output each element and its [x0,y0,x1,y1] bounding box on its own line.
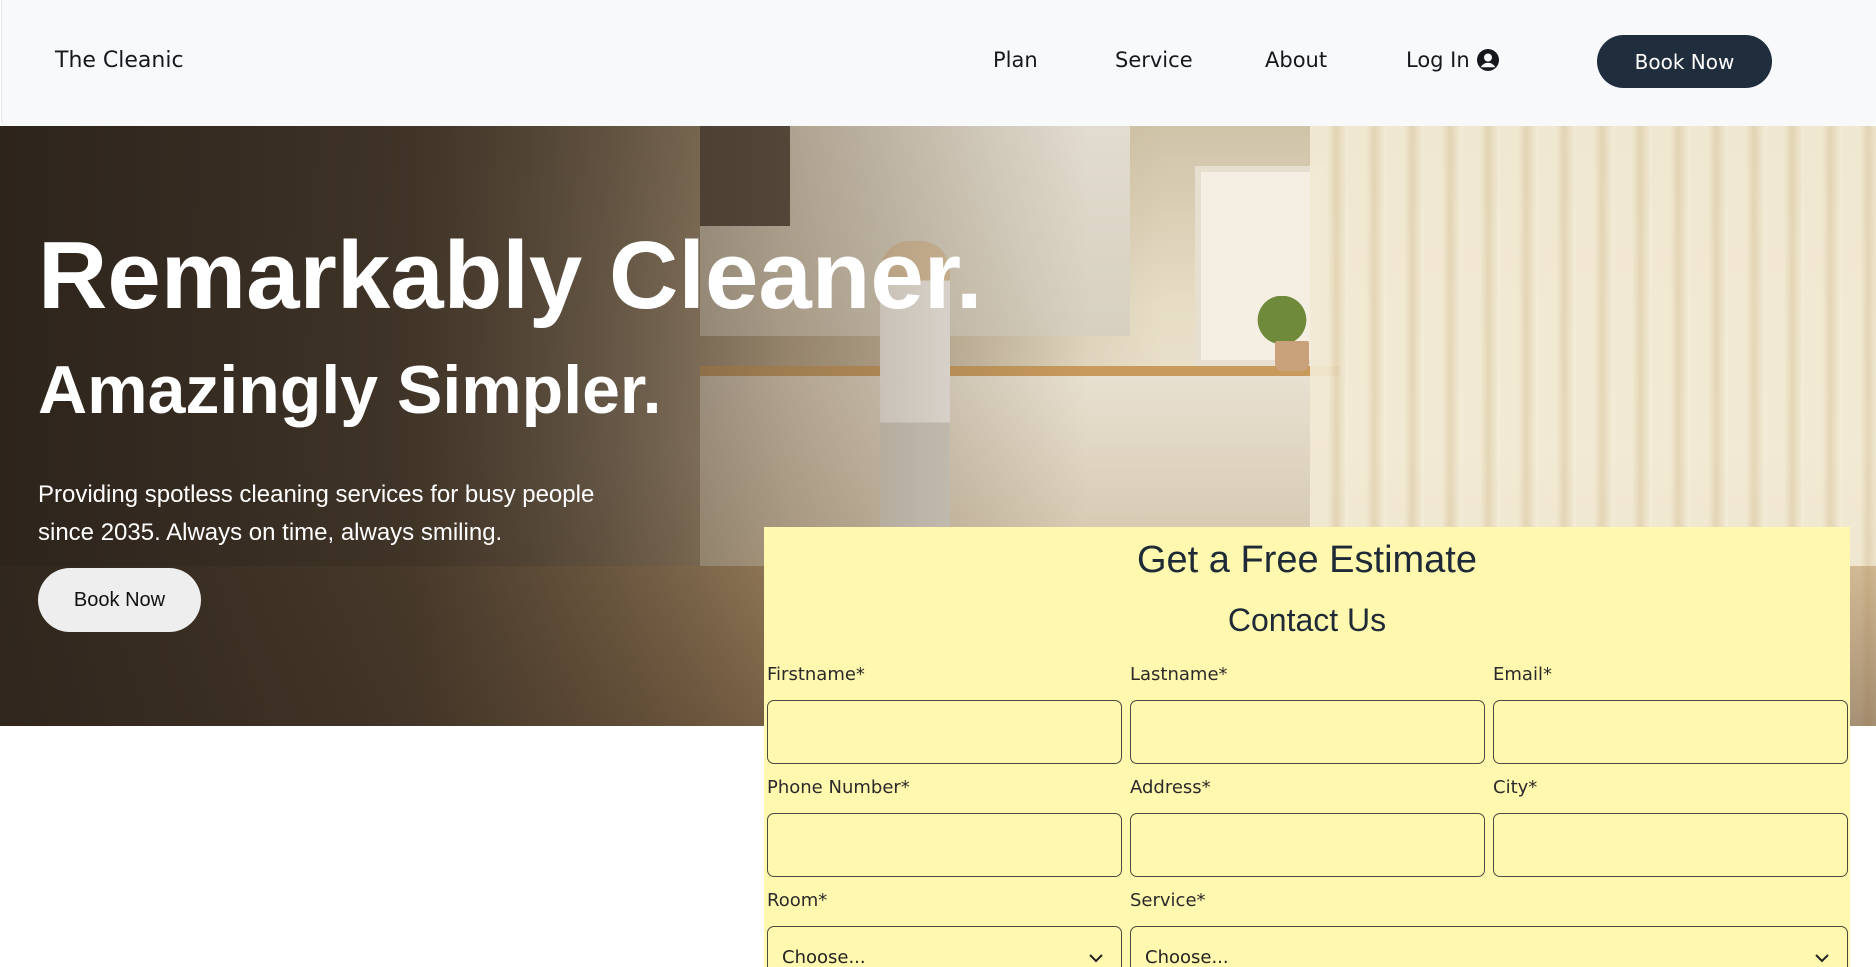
brand-logo[interactable]: The Cleanic [55,48,184,73]
address-label: Address* [1130,777,1211,798]
lastname-label: Lastname* [1130,664,1228,685]
room-select-value: Choose... [782,947,866,967]
estimate-form: Get a Free Estimate Contact Us Firstname… [764,527,1850,967]
service-select-value: Choose... [1145,947,1229,967]
chevron-down-icon [1815,954,1829,963]
room-label: Room* [767,890,828,911]
service-label: Service* [1130,890,1206,911]
service-select[interactable]: Choose... [1130,926,1848,967]
nav-link-plan[interactable]: Plan [993,48,1038,72]
chevron-down-icon [1089,954,1103,963]
lastname-input[interactable] [1130,700,1485,764]
hero-title: Remarkably Cleaner. [38,222,983,329]
nav-link-about[interactable]: About [1265,48,1327,72]
email-label: Email* [1493,664,1552,685]
hero-book-now-button[interactable]: Book Now [38,568,201,632]
firstname-label: Firstname* [767,664,865,685]
nav-book-now-button[interactable]: Book Now [1597,35,1772,88]
city-input[interactable] [1493,813,1848,877]
hero-subtitle: Amazingly Simpler. [38,352,662,428]
address-input[interactable] [1130,813,1485,877]
estimate-title: Get a Free Estimate [1136,539,1477,581]
navbar: The Cleanic Plan Service About Log In Bo… [1,0,1876,126]
hero-description: Providing spotless cleaning services for… [38,481,595,546]
phone-label: Phone Number* [767,777,910,798]
contact-title: Contact Us [1227,602,1387,638]
phone-input[interactable] [767,813,1122,877]
email-input[interactable] [1493,700,1848,764]
login-link[interactable]: Log In [1406,48,1500,72]
city-label: City* [1493,777,1538,798]
login-label: Log In [1406,48,1470,72]
firstname-input[interactable] [767,700,1122,764]
user-circle-icon [1476,49,1499,71]
nav-link-service[interactable]: Service [1115,48,1193,72]
room-select[interactable]: Choose... [767,926,1122,967]
